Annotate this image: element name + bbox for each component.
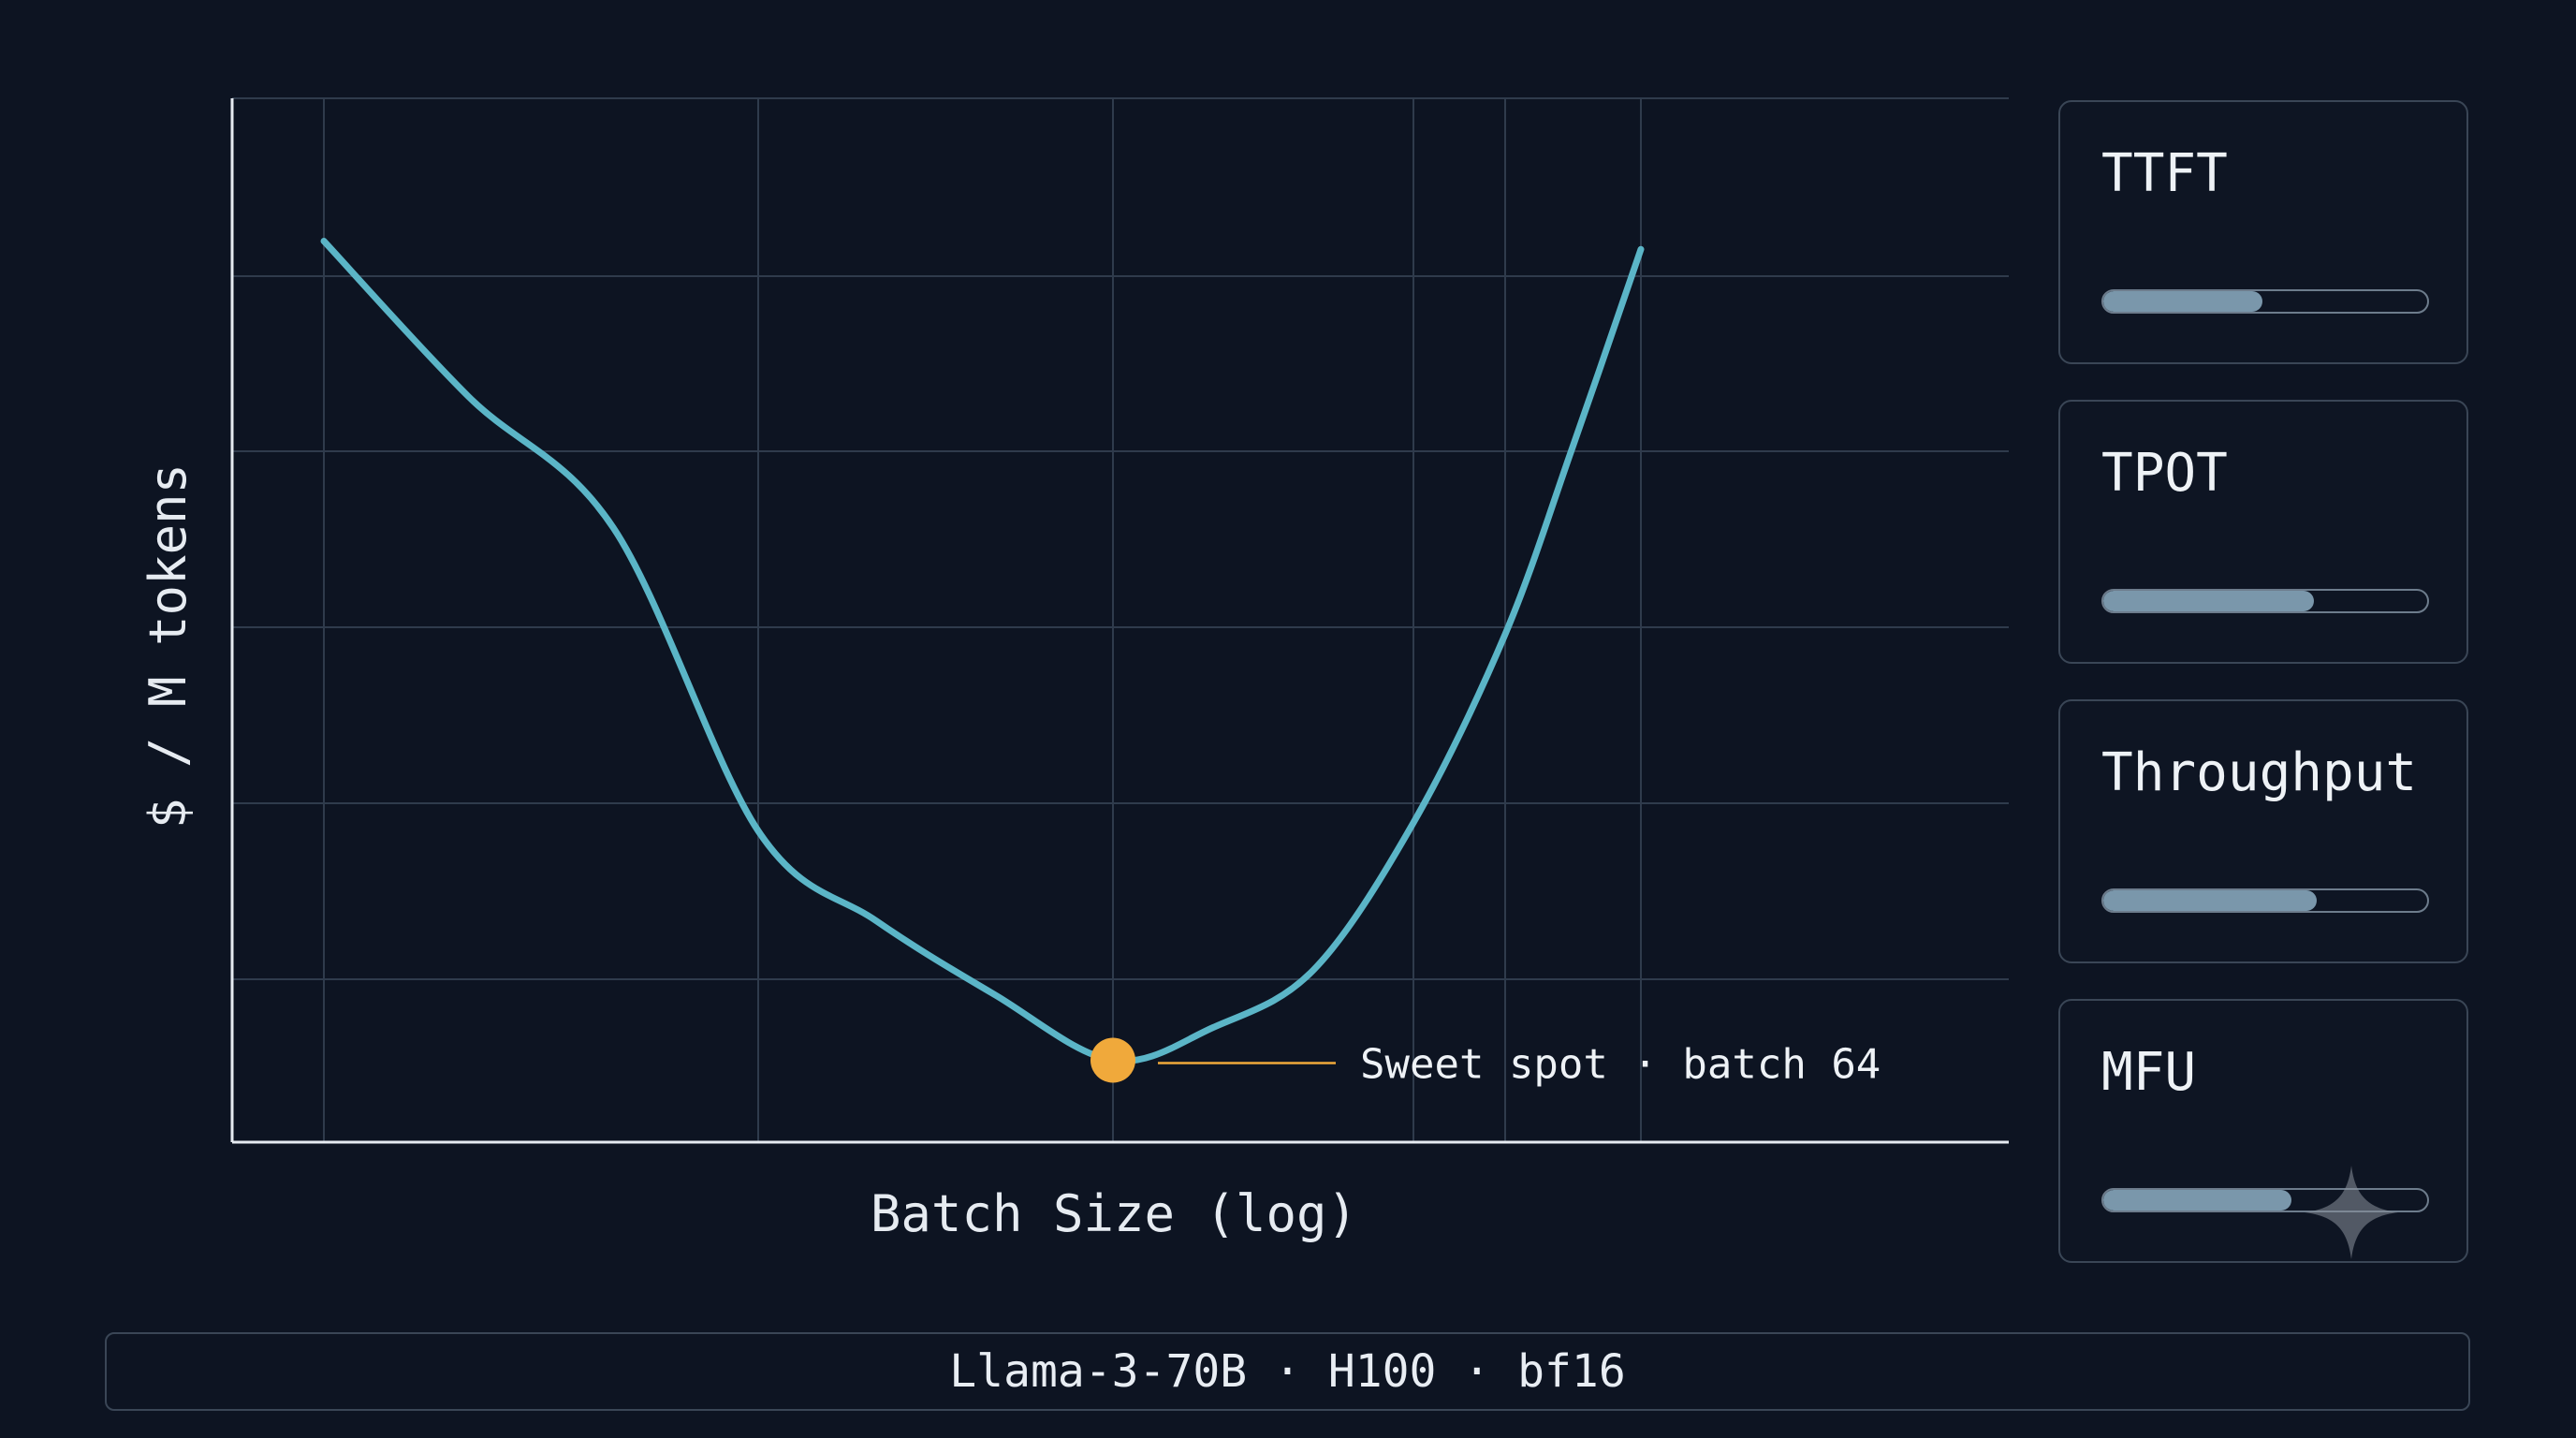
metric-card-throughput: Throughput bbox=[2058, 699, 2468, 963]
cost-curve-chart: Sweet spot · batch 64 Batch Size (log) $… bbox=[139, 97, 2009, 1243]
sweet-spot-marker bbox=[1090, 1037, 1135, 1083]
model-config-footer: Llama-3-70B · H100 · bf16 bbox=[105, 1332, 2470, 1411]
metric-progress-fill bbox=[2103, 591, 2314, 611]
metric-progress-fill bbox=[2103, 890, 2318, 911]
metric-card-mfu: MFU bbox=[2058, 999, 2468, 1263]
metric-label: Throughput bbox=[2101, 742, 2418, 803]
x-axis-title: Batch Size (log) bbox=[871, 1184, 1357, 1243]
footer-text: Llama-3-70B · H100 · bf16 bbox=[949, 1345, 1626, 1398]
y-axis-title: $ / M tokens bbox=[139, 463, 198, 829]
sparkle-icon bbox=[2305, 1166, 2398, 1259]
metric-progress-fill bbox=[2103, 291, 2262, 312]
metric-label: MFU bbox=[2101, 1042, 2197, 1103]
metric-label: TPOT bbox=[2101, 443, 2228, 504]
sweet-spot-annotation: Sweet spot · batch 64 bbox=[1360, 1041, 1881, 1089]
cost-curve-line bbox=[320, 238, 1645, 1064]
metric-card-tpot: TPOT bbox=[2058, 400, 2468, 664]
metric-card-ttft: TTFT bbox=[2058, 100, 2468, 364]
metric-progress-bar bbox=[2101, 589, 2429, 613]
metric-progress-bar bbox=[2101, 888, 2429, 913]
metric-progress-fill bbox=[2103, 1190, 2291, 1211]
chart-gridlines bbox=[232, 97, 2009, 1142]
metric-progress-bar bbox=[2101, 289, 2429, 314]
metric-label: TTFT bbox=[2101, 143, 2228, 204]
